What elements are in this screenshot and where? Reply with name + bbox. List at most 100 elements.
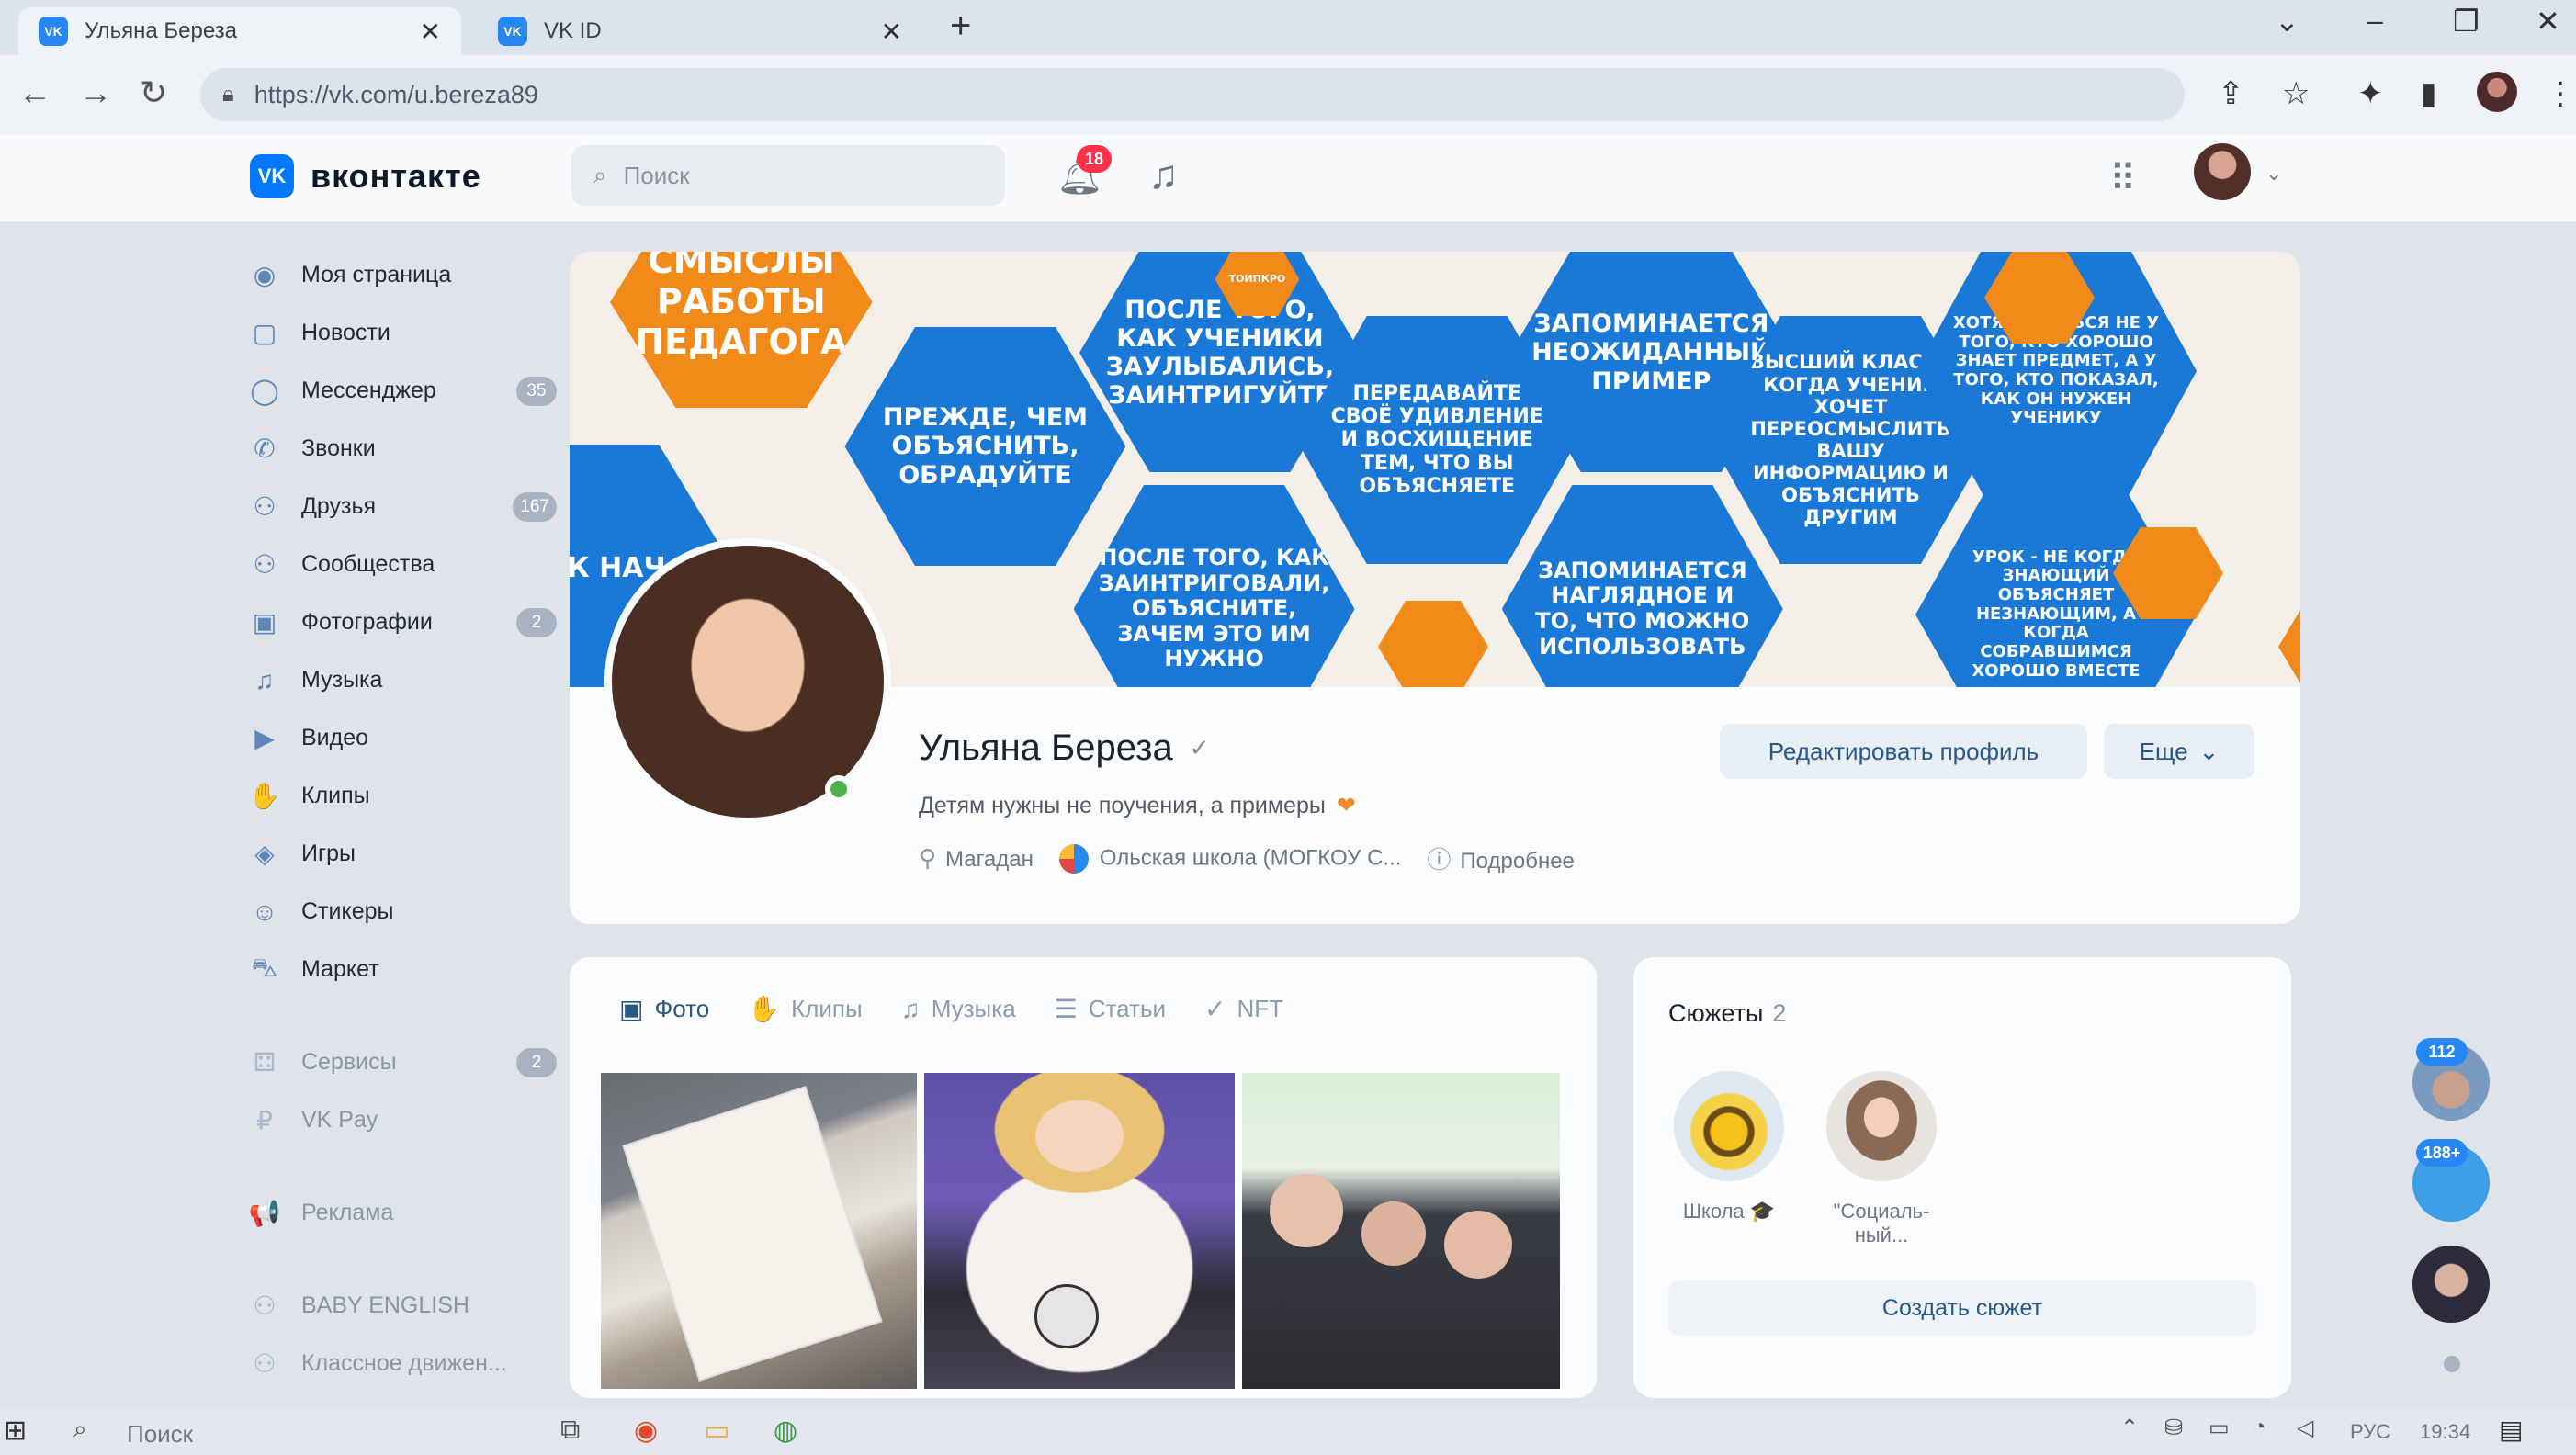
music-icon: ♫: [254, 665, 275, 694]
sidebar-item[interactable]: ₽ VK Pay: [248, 1091, 560, 1149]
reload-icon[interactable]: ↻: [140, 73, 167, 112]
tab-music[interactable]: ♫ Музыка: [901, 994, 1016, 1024]
sidebar-divider: [248, 1149, 560, 1184]
sidebar-item-label: Стикеры: [301, 898, 394, 924]
sidebar-item[interactable]: ▶ Видео: [248, 709, 560, 767]
keyboard-lang[interactable]: РУС: [2350, 1420, 2390, 1444]
browser-tab-profile[interactable]: VK Ульяна Береза ✕: [18, 7, 461, 55]
sidebar-item-count: 35: [516, 376, 557, 406]
explorer-icon[interactable]: ▭: [704, 1415, 729, 1447]
close-tab-icon[interactable]: ✕: [420, 17, 441, 47]
sidebar-item[interactable]: ▣ Фотографии 2: [248, 593, 560, 651]
sidebar-item[interactable]: ⚇ Сообщества: [248, 536, 560, 593]
chrome-icon[interactable]: ◍: [774, 1415, 797, 1447]
sidebar-item-label: Музыка: [301, 667, 383, 693]
back-icon[interactable]: ←: [18, 73, 51, 112]
vk-logo[interactable]: VK вконтакте: [250, 154, 481, 198]
sidebar-item[interactable]: ◉ Моя страница: [248, 246, 560, 304]
sidebar-item[interactable]: ✆ Звонки: [248, 420, 560, 478]
tab-search-icon[interactable]: ⌄: [2275, 4, 2299, 39]
vk-favicon-icon: VK: [498, 17, 527, 46]
tab-nft[interactable]: ✓ NFT: [1204, 994, 1283, 1024]
sidebar-item-label: Фотографии: [301, 609, 433, 635]
cover-hex-text: ПЕРЕДАВАЙТЕ СВОЁ УДИВЛЕНИЕ И ВОСХИЩЕНИЕ …: [1330, 381, 1543, 498]
chevron-down-icon[interactable]: ⌄: [2265, 162, 2282, 186]
sidebar-item-label: Звонки: [301, 435, 376, 461]
story-avatar[interactable]: [1826, 1071, 1937, 1181]
tab-title: Ульяна Береза: [85, 18, 238, 43]
wifi-icon[interactable]: ◔: [2253, 1415, 2266, 1440]
close-window-icon[interactable]: ✕: [2536, 4, 2560, 39]
bookmark-star-icon[interactable]: ☆: [2282, 75, 2310, 112]
stories-count: 2: [1772, 999, 1787, 1027]
create-story-button[interactable]: Создать сюжет: [1668, 1280, 2256, 1336]
battery-icon[interactable]: ▭: [2209, 1415, 2230, 1441]
notifications-badge: 18: [1077, 145, 1112, 173]
photo-thumbnail[interactable]: [601, 1073, 917, 1389]
tab-articles[interactable]: ☰ Статьи: [1055, 994, 1166, 1024]
more-info-link[interactable]: ⓘ Подробнее: [1427, 841, 1574, 875]
sidebar-item[interactable]: ✋ Клипы: [248, 767, 560, 825]
new-tab-button[interactable]: +: [950, 6, 971, 47]
story-avatar[interactable]: [1674, 1071, 1784, 1181]
sidebar-item[interactable]: ⛍ Маркет: [248, 941, 560, 998]
school-item[interactable]: Ольская школа (МОГКОУ С...: [1058, 843, 1401, 874]
more-button[interactable]: Еще ⌄: [2104, 724, 2254, 779]
notifications-center-icon[interactable]: ▤: [2499, 1415, 2523, 1445]
city-item[interactable]: ⚲ Магадан: [919, 844, 1034, 873]
sidebar-item-count: 2: [516, 607, 557, 637]
chats-more-dot[interactable]: [2444, 1356, 2460, 1372]
sidebar-item[interactable]: ▢ Новости: [248, 304, 560, 362]
minimize-icon[interactable]: –: [2367, 4, 2383, 38]
sidebar-item-label: Моя страница: [301, 262, 452, 288]
browser-menu-icon[interactable]: ⋮: [2545, 75, 2576, 112]
sidebar-item[interactable]: 📢 Реклама: [248, 1184, 560, 1242]
sidebar-item[interactable]: ⚇ Друзья 167: [248, 478, 560, 536]
smiley-print-shape: [1034, 1284, 1099, 1348]
cover-hex-text: ЗАПОМИНАЕТСЯ НЕОЖИДАННЫЙ ПРИМЕР: [1531, 310, 1771, 396]
browser-tab-vkid[interactable]: VK VK ID ✕: [478, 7, 922, 55]
edit-profile-button[interactable]: Редактировать профиль: [1720, 724, 2087, 779]
cover-hex-text: ПОСЛЕ ТОГО, КАК УЧЕНИКИ ЗАУЛЫБАЛИСЬ, ЗАИ…: [1105, 295, 1335, 411]
restore-icon[interactable]: ❐: [2453, 4, 2480, 39]
music-player-icon[interactable]: ♫: [1148, 152, 1179, 198]
cover-icon-hex: [1378, 601, 1488, 687]
address-bar[interactable]: 🔒︎ https://vk.com/u.bereza89: [200, 68, 2185, 121]
school-icon: [1058, 843, 1089, 874]
forward-icon[interactable]: →: [79, 73, 112, 112]
extensions-icon[interactable]: ✦: [2357, 75, 2384, 112]
tab-photo[interactable]: ▣ Фото: [619, 994, 709, 1024]
close-tab-icon[interactable]: ✕: [881, 17, 902, 47]
sidebar-item[interactable]: ⚇ BABY ENGLISH: [248, 1277, 560, 1335]
sidebar-item[interactable]: ◯ Мессенджер 35: [248, 362, 560, 420]
services-icon: ⚃: [253, 1048, 277, 1077]
sidebar-item[interactable]: ⚃ Сервисы 2: [248, 1033, 560, 1091]
search-input[interactable]: ⌕ Поиск: [571, 145, 1005, 206]
tray-network-icon[interactable]: ⛁: [2164, 1415, 2183, 1441]
share-icon[interactable]: ⇪: [2218, 75, 2244, 112]
browser-profile-avatar[interactable]: [2477, 72, 2517, 112]
sidebar-item[interactable]: ☺ Стикеры: [248, 883, 560, 941]
photo-icon: ▣: [252, 608, 277, 637]
volume-icon[interactable]: ◁: [2297, 1415, 2313, 1441]
vk-logo-text: вконтакте: [311, 157, 481, 195]
apps-grid-icon[interactable]: ⠿: [2109, 158, 2136, 200]
sidebar-item[interactable]: ◈ Игры: [248, 825, 560, 883]
sidebar-item[interactable]: ⚇ Классное движен...: [248, 1335, 560, 1393]
task-view-icon[interactable]: ⧉: [560, 1415, 580, 1446]
clock[interactable]: 19:34: [2420, 1420, 2470, 1444]
chat-bubble[interactable]: [2412, 1246, 2490, 1323]
tab-clips[interactable]: ✋ Клипы: [748, 994, 862, 1024]
photo-thumbnail[interactable]: [1242, 1073, 1560, 1389]
opera-icon[interactable]: ◉: [634, 1415, 658, 1447]
windows-start-icon[interactable]: ⊞: [4, 1415, 27, 1447]
vk-logo-mark: VK: [250, 154, 294, 198]
sidebar-item[interactable]: ♫ Музыка: [248, 651, 560, 709]
photo-thumbnail[interactable]: [924, 1073, 1235, 1389]
sidepanel-icon[interactable]: ▮: [2420, 75, 2437, 112]
taskbar-search[interactable]: Поиск: [127, 1420, 193, 1449]
more-label: Еще: [2139, 737, 2188, 765]
tray-up-icon[interactable]: ⌃: [2120, 1415, 2139, 1441]
user-menu-avatar[interactable]: [2194, 143, 2251, 200]
stories-title: Сюжеты 2: [1668, 999, 1786, 1028]
